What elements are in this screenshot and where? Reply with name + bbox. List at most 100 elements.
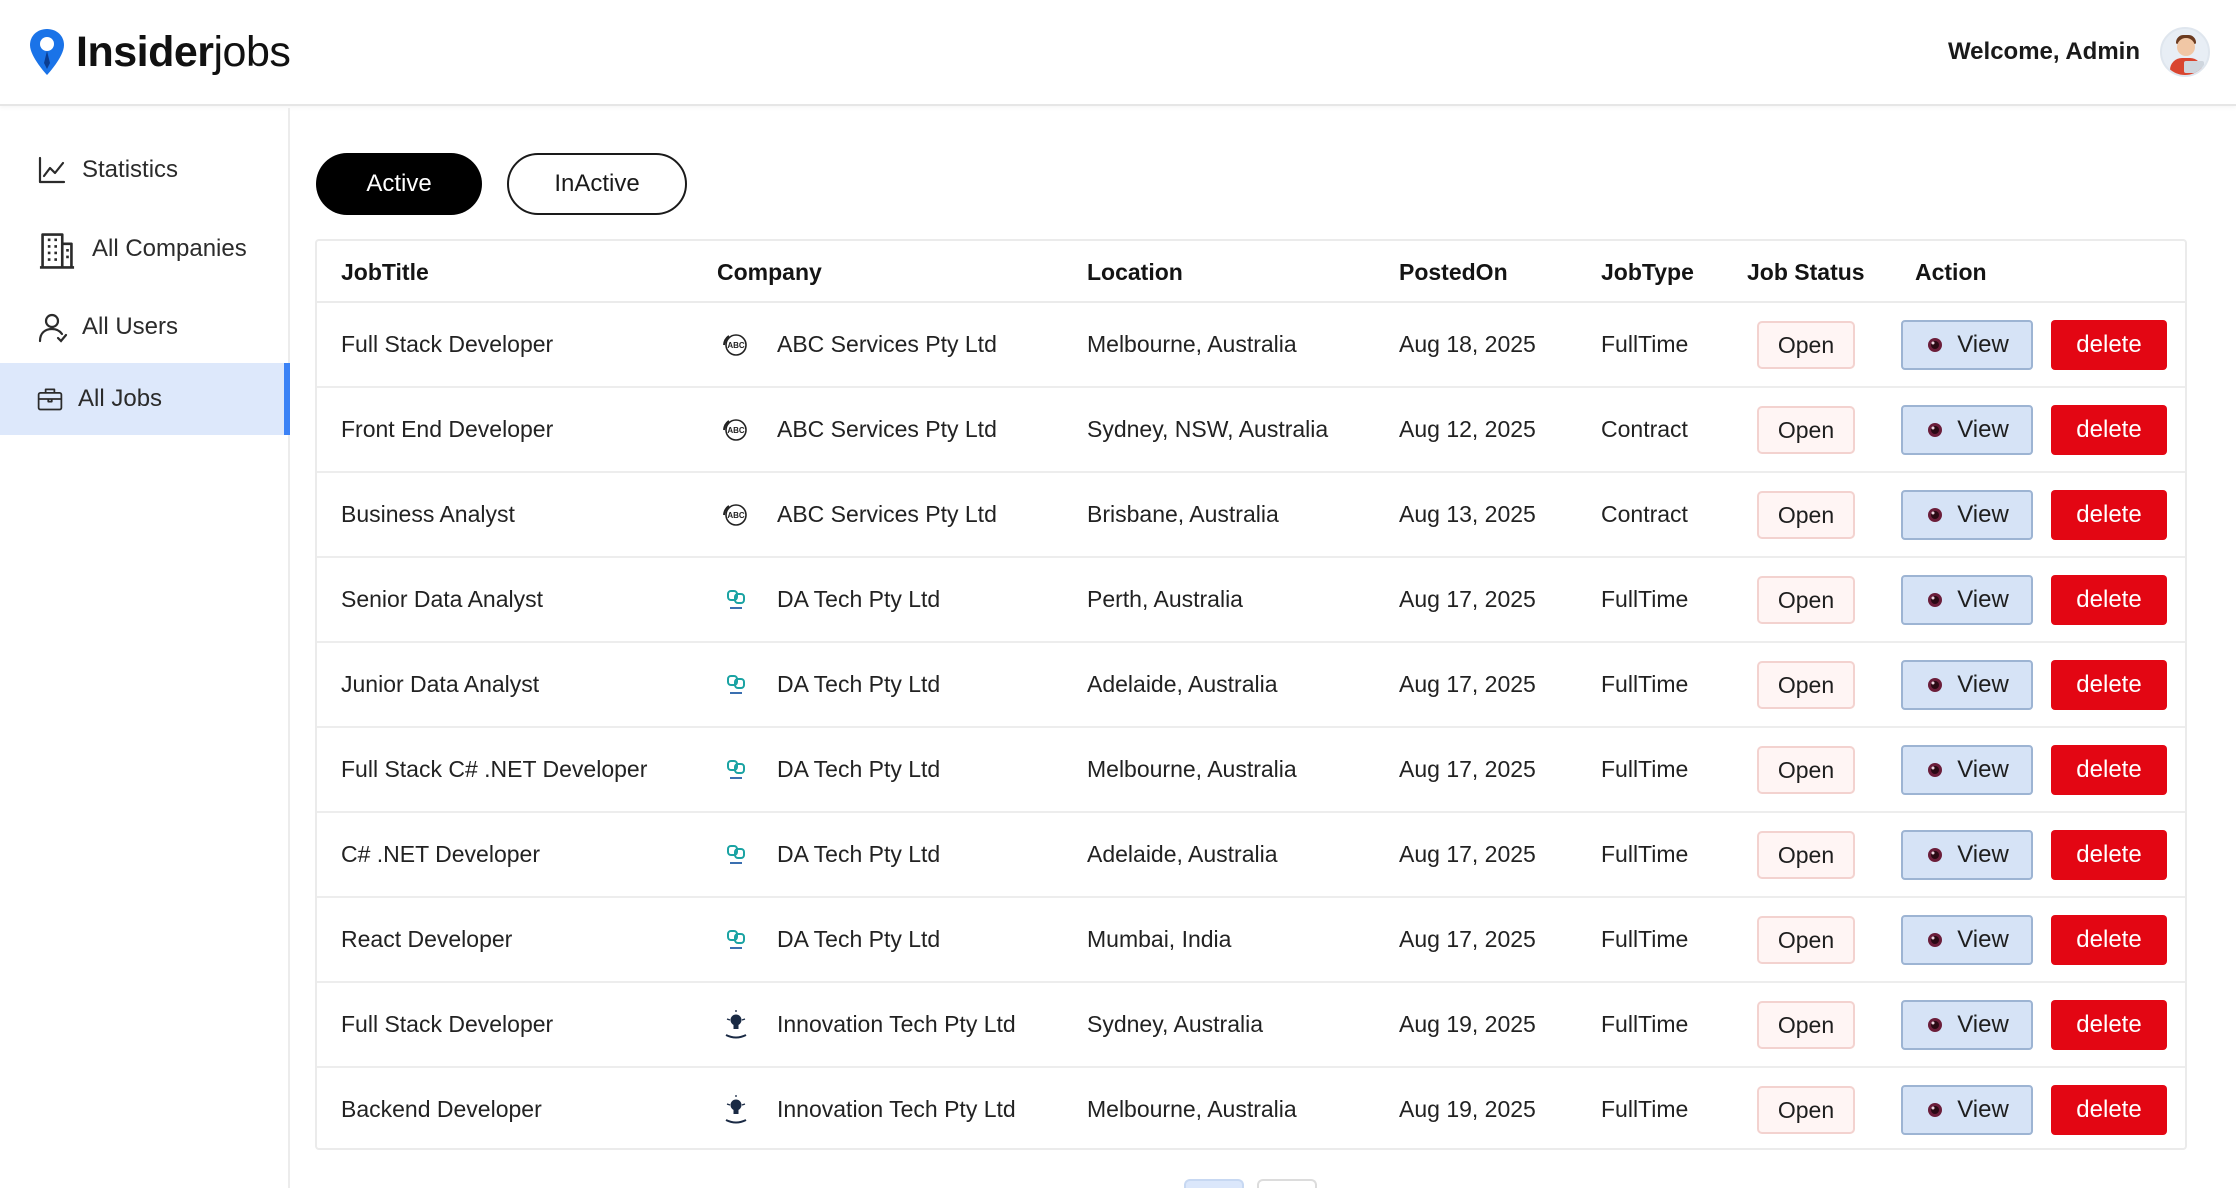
company-logo-icon <box>721 1010 751 1040</box>
sidebar-item-label: All Users <box>82 313 179 340</box>
table-row: Full Stack Developer ABC ABC Services Pty … <box>317 303 2185 388</box>
view-button-label: View <box>1957 841 2009 868</box>
view-button-label: View <box>1957 1011 2009 1038</box>
company-logo-icon <box>721 670 751 700</box>
company-logo-icon <box>721 925 751 955</box>
company-cell: ABC Services Pty Ltd <box>777 331 997 357</box>
pagination-next-page[interactable] <box>1257 1179 1317 1188</box>
table-row: React Developer DA Tech Pty Ltd Mumbai, In… <box>317 898 2185 983</box>
view-button[interactable]: View <box>1901 1000 2033 1050</box>
delete-button[interactable]: delete <box>2051 405 2167 455</box>
sidebar: Statistics All Companies All Users All J… <box>0 108 290 1188</box>
column-header-jobtype: JobType <box>1601 259 1694 285</box>
eye-icon <box>1928 1018 1943 1032</box>
company-cell: ABC Services Pty Ltd <box>777 501 997 527</box>
delete-button[interactable]: delete <box>2051 320 2167 370</box>
eye-icon <box>1928 1103 1943 1117</box>
delete-button[interactable]: delete <box>2051 915 2167 965</box>
view-button[interactable]: View <box>1901 490 2033 540</box>
svg-text:ABC: ABC <box>727 511 745 520</box>
company-logo-icon <box>721 585 751 615</box>
location-cell: Perth, Australia <box>1087 586 1243 612</box>
column-header-jobtitle: JobTitle <box>341 259 429 285</box>
job-status-badge: Open <box>1757 1001 1855 1049</box>
job-title-cell: Business Analyst <box>341 501 515 527</box>
location-cell: Mumbai, India <box>1087 926 1232 952</box>
job-type-cell: FullTime <box>1601 1011 1689 1037</box>
posted-on-cell: Aug 17, 2025 <box>1399 926 1536 952</box>
job-title-cell: React Developer <box>341 926 513 952</box>
view-button-label: View <box>1957 331 2009 358</box>
company-cell: Innovation Tech Pty Ltd <box>777 1011 1016 1037</box>
avatar[interactable] <box>2160 27 2210 77</box>
delete-button[interactable]: delete <box>2051 830 2167 880</box>
delete-button[interactable]: delete <box>2051 1085 2167 1135</box>
company-cell: DA Tech Pty Ltd <box>777 756 941 782</box>
table-header: JobTitle Company Location PostedOn JobTy… <box>317 241 2185 303</box>
job-title-cell: C# .NET Developer <box>341 841 540 867</box>
view-button[interactable]: View <box>1901 405 2033 455</box>
delete-button[interactable]: delete <box>2051 575 2167 625</box>
sidebar-item-all-companies[interactable]: All Companies <box>0 213 290 285</box>
job-type-cell: FullTime <box>1601 331 1689 357</box>
view-button[interactable]: View <box>1901 745 2033 795</box>
logo-text-bold: Insider <box>76 27 214 76</box>
view-button[interactable]: View <box>1901 1085 2033 1135</box>
posted-on-cell: Aug 13, 2025 <box>1399 501 1536 527</box>
eye-icon <box>1928 763 1943 777</box>
location-cell: Sydney, NSW, Australia <box>1087 416 1329 442</box>
logo[interactable]: Insiderjobs <box>28 27 291 77</box>
column-header-action: Action <box>1915 259 1987 285</box>
inactive-filter-button[interactable]: InActive <box>507 153 687 215</box>
table-row: Business Analyst ABC ABC Services Pty Ltd B… <box>317 473 2185 558</box>
company-cell: DA Tech Pty Ltd <box>777 671 941 697</box>
company-logo-icon: ABC <box>721 500 751 530</box>
delete-button[interactable]: delete <box>2051 490 2167 540</box>
column-header-postedon: PostedOn <box>1399 259 1508 285</box>
job-status-badge: Open <box>1757 491 1855 539</box>
job-status-badge: Open <box>1757 321 1855 369</box>
view-button[interactable]: View <box>1901 575 2033 625</box>
location-cell: Sydney, Australia <box>1087 1011 1264 1037</box>
header-user-area: Welcome, Admin <box>1948 27 2210 77</box>
pagination-current-page[interactable] <box>1184 1179 1244 1188</box>
company-cell: DA Tech Pty Ltd <box>777 926 941 952</box>
company-cell: DA Tech Pty Ltd <box>777 841 941 867</box>
location-cell: Melbourne, Australia <box>1087 331 1297 357</box>
location-cell: Adelaide, Australia <box>1087 671 1278 697</box>
posted-on-cell: Aug 17, 2025 <box>1399 671 1536 697</box>
view-button-label: View <box>1957 671 2009 698</box>
view-button[interactable]: View <box>1901 830 2033 880</box>
view-button-label: View <box>1957 1096 2009 1123</box>
building-icon <box>39 233 75 269</box>
eye-icon <box>1928 508 1943 522</box>
company-logo-icon <box>721 840 751 870</box>
job-status-badge: Open <box>1757 916 1855 964</box>
delete-button[interactable]: delete <box>2051 1000 2167 1050</box>
company-logo-icon: ABC <box>721 330 751 360</box>
delete-button[interactable]: delete <box>2051 660 2167 710</box>
delete-button[interactable]: delete <box>2051 745 2167 795</box>
job-status-badge: Open <box>1757 831 1855 879</box>
job-type-cell: FullTime <box>1601 671 1689 697</box>
table-row: Full Stack C# .NET Developer DA Tech Pty … <box>317 728 2185 813</box>
jobs-table: JobTitle Company Location PostedOn JobTy… <box>315 239 2187 1150</box>
company-cell: Innovation Tech Pty Ltd <box>777 1096 1016 1122</box>
view-button[interactable]: View <box>1901 915 2033 965</box>
company-logo-icon <box>721 1095 751 1125</box>
view-button[interactable]: View <box>1901 660 2033 710</box>
view-button[interactable]: View <box>1901 320 2033 370</box>
sidebar-item-all-jobs[interactable]: All Jobs <box>0 363 290 435</box>
user-icon <box>38 313 68 343</box>
table-row: Junior Data Analyst DA Tech Pty Ltd Adelai… <box>317 643 2185 728</box>
job-status-badge: Open <box>1757 661 1855 709</box>
sidebar-item-all-users[interactable]: All Users <box>0 291 290 363</box>
active-filter-button[interactable]: Active <box>316 153 482 215</box>
job-type-cell: FullTime <box>1601 756 1689 782</box>
location-cell: Brisbane, Australia <box>1087 501 1279 527</box>
chart-line-icon <box>38 156 66 184</box>
company-logo-icon <box>721 755 751 785</box>
job-title-cell: Full Stack Developer <box>341 331 554 357</box>
sidebar-item-statistics[interactable]: Statistics <box>0 134 290 206</box>
view-button-label: View <box>1957 501 2009 528</box>
